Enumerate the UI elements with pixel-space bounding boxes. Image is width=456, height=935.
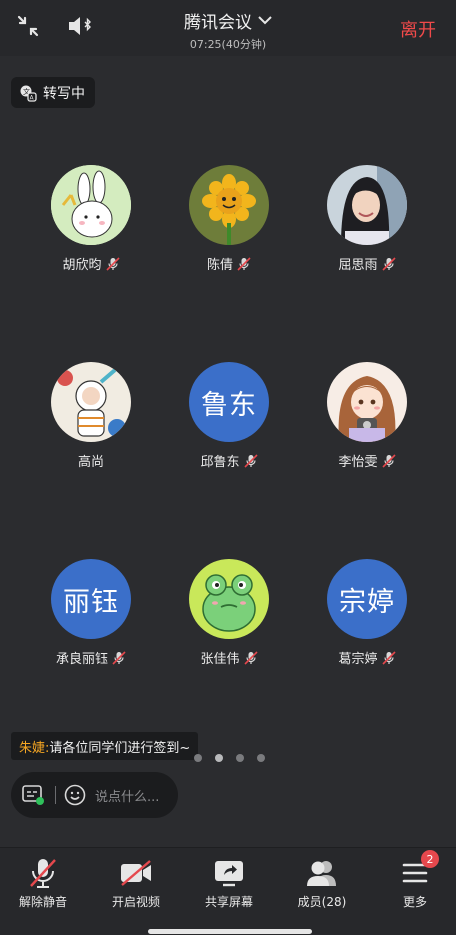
start-video-button[interactable]: 开启视频 <box>95 856 177 910</box>
toolbar-label: 共享屏幕 <box>204 895 253 909</box>
mic-muted-icon <box>381 256 396 271</box>
participant-tile[interactable]: 屈思雨 <box>297 165 437 273</box>
page-dot[interactable] <box>236 754 244 762</box>
mic-muted-icon <box>30 859 56 888</box>
share-screen-button[interactable]: 共享屏幕 <box>188 856 270 910</box>
participant-name: 张佳伟 <box>200 652 240 667</box>
participant-tile[interactable]: 高尚 <box>21 362 161 470</box>
participant-tile[interactable]: 李怡雯 <box>297 362 437 470</box>
meeting-duration: 07:25(40分钟) <box>189 38 267 51</box>
meeting-title-area[interactable]: 腾讯会议 07:25(40分钟) <box>0 8 456 52</box>
transcribe-label: 转写中 <box>43 85 85 102</box>
avatar-frog <box>189 559 269 639</box>
transcribe-button[interactable]: 文 A 转写中 <box>11 77 95 108</box>
chat-text: 请各位同学们进行签到~ <box>49 740 191 756</box>
participant-name: 李怡雯 <box>338 455 378 470</box>
meeting-title: 腾讯会议 <box>184 13 252 33</box>
participant-tile[interactable]: 鲁东 邱鲁东 <box>159 362 299 470</box>
participant-tile[interactable]: 张佳伟 <box>159 559 299 667</box>
avatar-initials: 丽钰 <box>51 559 131 639</box>
chat-message[interactable]: 朱婕: 请各位同学们进行签到~ <box>11 732 199 760</box>
toolbar-label: 更多 <box>402 895 427 909</box>
toolbar-label: 开启视频 <box>111 895 160 909</box>
chat-input[interactable]: 说点什么... <box>11 772 178 818</box>
mic-muted-icon <box>381 650 396 665</box>
participant-name: 胡欣昀 <box>62 258 102 273</box>
home-indicator[interactable] <box>148 929 312 934</box>
members-icon <box>307 861 336 886</box>
participant-tile[interactable]: 陈倩 <box>159 165 299 273</box>
mic-muted-icon <box>105 256 120 271</box>
mic-muted-icon <box>237 256 251 271</box>
mic-muted-icon <box>243 453 258 468</box>
video-off-icon <box>121 860 151 886</box>
notification-badge: 2 <box>421 850 439 868</box>
transcribe-icon: 文 A <box>20 85 37 102</box>
page-dot-active[interactable] <box>215 754 223 762</box>
avatar-photo <box>327 165 407 245</box>
chat-sender: 朱婕: <box>19 740 50 756</box>
participant-name: 邱鲁东 <box>200 455 240 470</box>
leave-button[interactable]: 离开 <box>400 16 436 42</box>
participant-name: 葛宗婷 <box>338 652 378 667</box>
participant-name: 陈倩 <box>206 258 233 273</box>
participant-tile[interactable]: 宗婷 葛宗婷 <box>297 559 437 667</box>
avatar-cartoon-girl <box>327 362 407 442</box>
share-screen-icon <box>215 861 243 887</box>
page-dot[interactable] <box>194 754 202 762</box>
participant-name: 屈思雨 <box>338 258 378 273</box>
mic-muted-icon <box>243 650 258 665</box>
avatar-initials: 鲁东 <box>189 362 269 442</box>
avatar-rabbit <box>51 165 131 245</box>
page-indicator[interactable] <box>194 754 265 762</box>
page-dot[interactable] <box>257 754 265 762</box>
toolbar-label: 成员(28) <box>297 895 347 909</box>
unmute-button[interactable]: 解除静音 <box>2 856 84 910</box>
chevron-down-icon <box>258 15 272 24</box>
mic-muted-icon <box>381 453 396 468</box>
avatar-sunflower <box>189 165 269 245</box>
mic-muted-icon <box>112 650 126 665</box>
participant-tile[interactable]: 胡欣昀 <box>21 165 161 273</box>
participant-name: 承良丽钰 <box>55 652 108 667</box>
toolbar-label: 解除静音 <box>18 895 67 909</box>
bottom-toolbar: 解除静音 开启视频 共享屏幕 成员(28) 2 更多 <box>0 847 456 935</box>
avatar-initials: 宗婷 <box>327 559 407 639</box>
members-button[interactable]: 成员(28) <box>281 856 363 910</box>
subtitle-toggle-icon[interactable] <box>21 784 45 806</box>
chat-input-placeholder: 说点什么... <box>95 789 160 805</box>
participant-name: 高尚 <box>77 455 104 470</box>
emoji-icon[interactable] <box>64 784 86 806</box>
participant-tile[interactable]: 丽钰 承良丽钰 <box>21 559 161 667</box>
top-bar: 腾讯会议 07:25(40分钟) 离开 <box>0 0 456 56</box>
divider <box>55 786 56 804</box>
more-button[interactable]: 2 更多 <box>374 850 456 910</box>
avatar-astronaut <box>51 362 131 442</box>
